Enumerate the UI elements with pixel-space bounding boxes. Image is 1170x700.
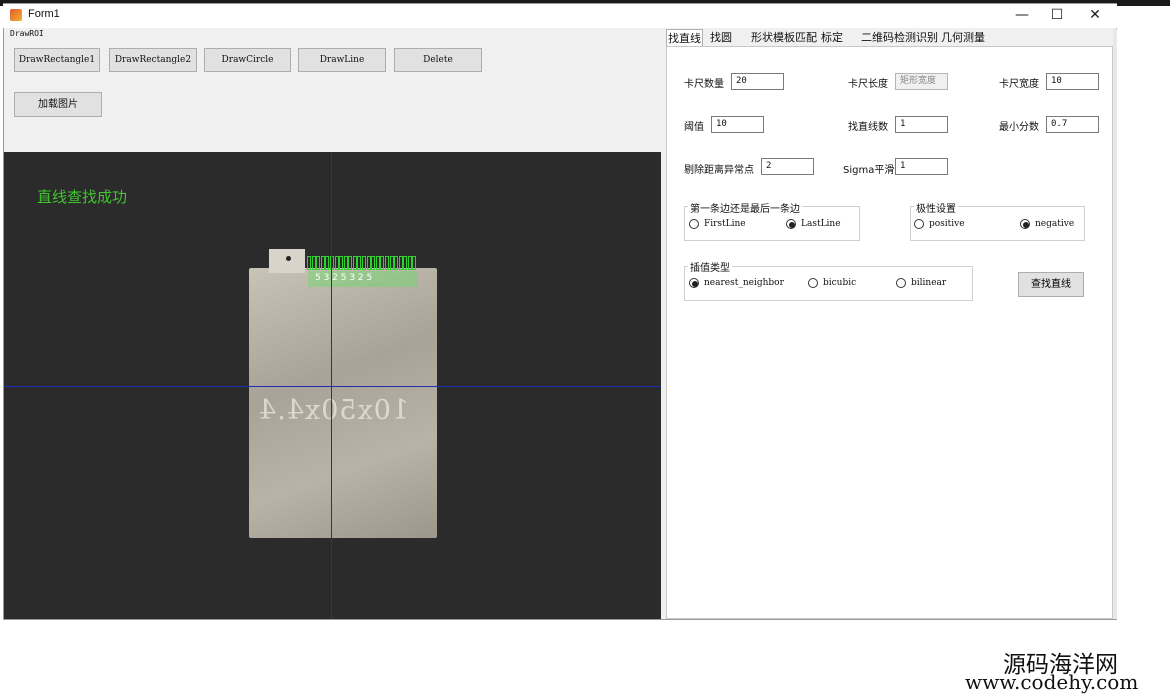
negative-radio[interactable]: [1020, 219, 1030, 229]
load-image-button[interactable]: 加载图片: [14, 92, 102, 117]
sigma-field[interactable]: 1: [895, 158, 948, 175]
tab-calibration[interactable]: 标定: [821, 29, 843, 47]
bicubic-radio[interactable]: [808, 278, 818, 288]
caliper-width-label: 卡尺宽度: [999, 79, 1039, 90]
scrollbar[interactable]: [1113, 29, 1117, 619]
last-line-radio[interactable]: [786, 219, 796, 229]
roi-label: 5 3 2 5 3 2 5: [315, 273, 373, 283]
caliper-count-label: 卡尺数量: [684, 79, 724, 90]
caliper-roi: [325, 256, 330, 270]
outlier-field[interactable]: 2: [761, 158, 814, 175]
battery-marking: 10x50x4.4: [258, 395, 410, 426]
positive-label[interactable]: positive: [929, 219, 965, 229]
battery-tab-hole: [286, 256, 291, 261]
caliper-roi: [375, 256, 380, 270]
outlier-label: 剔除距离异常点: [684, 165, 754, 176]
tab-shape-match[interactable]: 形状模板匹配: [751, 29, 817, 47]
edge-group-title: 第一条边还是最后一条边: [688, 200, 802, 215]
caliper-rois: [307, 256, 417, 270]
maximize-icon[interactable]: ☐: [1042, 6, 1072, 24]
line-count-label: 找直线数: [848, 122, 888, 133]
sigma-label: Sigma平滑: [843, 165, 895, 176]
min-score-label: 最小分数: [999, 122, 1039, 133]
tab-geometry[interactable]: 几何测量: [941, 29, 985, 47]
caliper-roi: [407, 256, 412, 270]
find-line-button[interactable]: 查找直线: [1018, 272, 1084, 297]
polarity-group-title: 极性设置: [914, 200, 958, 215]
negative-label[interactable]: negative: [1035, 219, 1074, 229]
delete-button[interactable]: Delete: [394, 48, 482, 72]
crosshair-horizontal: [4, 386, 661, 387]
caliper-roi: [380, 256, 385, 270]
interp-group-title: 插值类型: [688, 259, 732, 274]
threshold-field[interactable]: 10: [711, 116, 764, 133]
caliper-roi: [357, 256, 362, 270]
caliper-length-field[interactable]: 矩形宽度: [895, 73, 948, 90]
caliper-roi: [320, 256, 325, 270]
draw-line-button[interactable]: DrawLine: [298, 48, 386, 72]
nearest-neighbor-radio[interactable]: [689, 278, 699, 288]
caliper-roi: [403, 256, 408, 270]
tab-find-circle[interactable]: 找圆: [710, 29, 732, 47]
minimize-icon[interactable]: —: [1007, 6, 1037, 24]
threshold-label: 阈值: [684, 122, 704, 133]
positive-radio[interactable]: [914, 219, 924, 229]
caliper-roi: [389, 256, 394, 270]
nearest-neighbor-label[interactable]: nearest_neighbor: [704, 278, 784, 288]
first-line-label[interactable]: FirstLine: [704, 219, 746, 229]
caliper-width-field[interactable]: 10: [1046, 73, 1099, 90]
caliper-roi: [412, 256, 417, 270]
caliper-roi: [311, 256, 316, 270]
tab-find-line[interactable]: 找直线: [666, 29, 703, 47]
caliper-roi: [334, 256, 339, 270]
caliper-count-field[interactable]: 20: [731, 73, 784, 90]
line-count-field[interactable]: 1: [895, 116, 948, 133]
caliper-roi: [316, 256, 321, 270]
close-icon[interactable]: ✕: [1080, 6, 1110, 24]
caliper-roi: [362, 256, 366, 270]
tab-strip: 找直线 找圆 形状模板匹配 标定 二维码检测识别 几何测量: [666, 29, 1113, 47]
window-title: Form1: [28, 8, 60, 20]
caliper-roi: [398, 256, 403, 270]
battery-tab: [269, 249, 305, 273]
caliper-roi: [307, 256, 311, 270]
caliper-roi: [348, 256, 353, 270]
draw-rectangle1-button[interactable]: DrawRectangle1: [14, 48, 100, 72]
bilinear-label[interactable]: bilinear: [911, 278, 946, 288]
caliper-roi: [371, 256, 376, 270]
status-message: 直线查找成功: [37, 188, 128, 206]
bicubic-label[interactable]: bicubic: [823, 278, 856, 288]
watermark-en: www.codehy.com: [965, 670, 1139, 694]
tab-qrcode[interactable]: 二维码检测识别: [861, 29, 938, 47]
caliper-roi: [343, 256, 348, 270]
caliper-length-label: 卡尺长度: [848, 79, 888, 90]
app-icon: [10, 9, 22, 21]
caliper-roi: [352, 256, 357, 270]
caliper-roi: [394, 256, 399, 270]
menu-drawroi[interactable]: DrawROI: [10, 29, 44, 38]
first-line-radio[interactable]: [689, 219, 699, 229]
bilinear-radio[interactable]: [896, 278, 906, 288]
min-score-field[interactable]: 0.7: [1046, 116, 1099, 133]
title-bar: [3, 4, 1117, 28]
caliper-roi: [384, 256, 389, 270]
draw-circle-button[interactable]: DrawCircle: [204, 48, 291, 72]
draw-rectangle2-button[interactable]: DrawRectangle2: [109, 48, 197, 72]
last-line-label[interactable]: LastLine: [801, 219, 841, 229]
caliper-roi: [366, 256, 371, 270]
caliper-roi: [339, 256, 344, 270]
